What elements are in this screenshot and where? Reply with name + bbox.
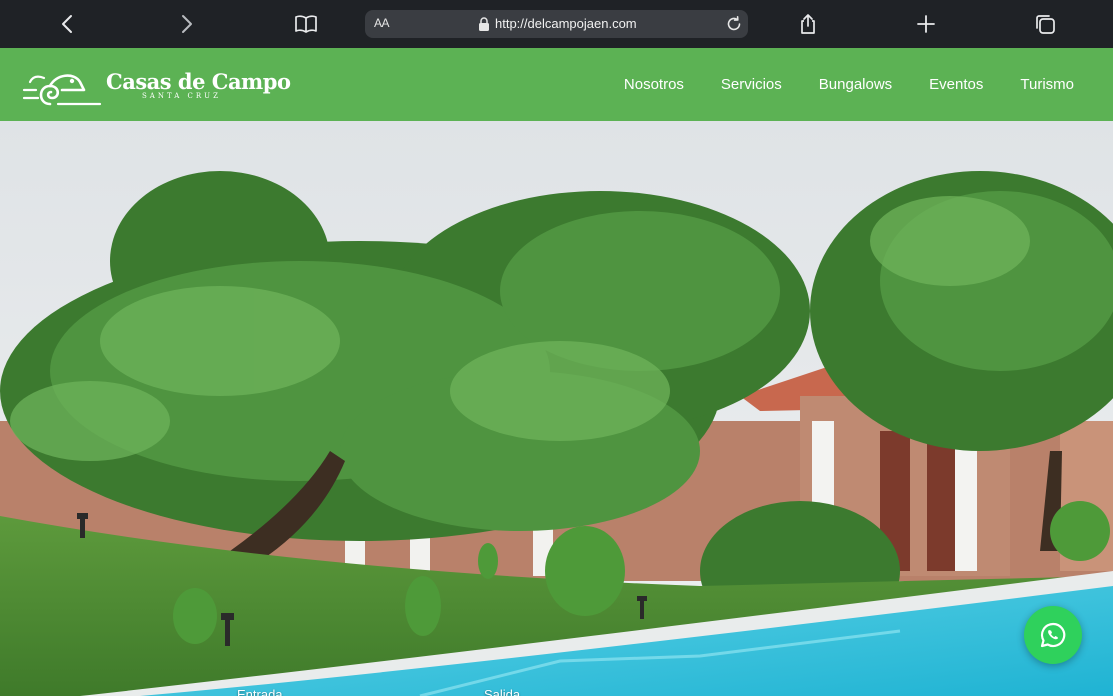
new-tab-icon[interactable]	[914, 12, 938, 36]
browser-toolbar: AA http://delcampojaen.com	[0, 0, 1113, 48]
share-icon[interactable]	[796, 12, 820, 36]
logo-subtitle: SANTA CRUZ	[142, 92, 221, 100]
chameleon-logo-icon	[22, 74, 102, 106]
nav-link-eventos[interactable]: Eventos	[929, 76, 983, 93]
site-header: Casas de Campo SANTA CRUZ Nosotros Servi…	[0, 48, 1113, 121]
site-logo[interactable]: Casas de Campo SANTA CRUZ	[22, 66, 291, 108]
booking-bar: Entrada Salida	[0, 676, 1113, 696]
nav-link-servicios[interactable]: Servicios	[721, 76, 782, 93]
checkin-label[interactable]: Entrada	[237, 687, 283, 696]
reader-text-size-button[interactable]: AA	[374, 16, 390, 30]
checkout-label[interactable]: Salida	[484, 687, 520, 696]
back-icon[interactable]	[56, 12, 80, 36]
reload-icon[interactable]	[724, 14, 744, 34]
main-nav: Nosotros Servicios Bungalows Eventos Tur…	[587, 48, 1074, 121]
whatsapp-icon	[1040, 622, 1066, 648]
hero-image: Entrada Salida	[0, 121, 1113, 696]
nav-link-bungalows[interactable]: Bungalows	[819, 76, 892, 93]
forward-icon[interactable]	[174, 12, 198, 36]
tabs-icon[interactable]	[1033, 12, 1057, 36]
bookmarks-icon[interactable]	[294, 12, 318, 36]
nav-link-nosotros[interactable]: Nosotros	[624, 76, 684, 93]
address-bar[interactable]: AA http://delcampojaen.com	[365, 10, 748, 38]
nav-link-turismo[interactable]: Turismo	[1020, 76, 1074, 93]
logo-title: Casas de Campo	[106, 69, 291, 94]
lock-icon	[478, 17, 490, 31]
url-text[interactable]: http://delcampojaen.com	[495, 16, 637, 31]
whatsapp-button[interactable]	[1024, 606, 1082, 664]
hero-photo	[0, 121, 1113, 696]
